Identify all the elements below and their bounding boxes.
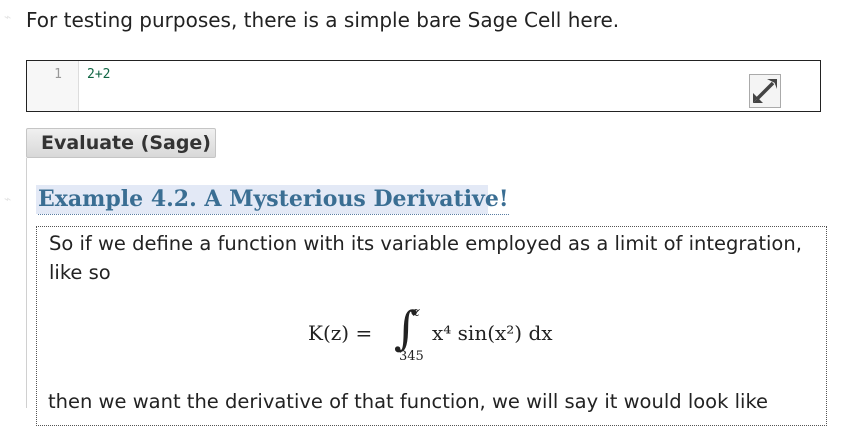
example-paragraph: So if we define a function with its vari…: [49, 232, 802, 284]
section-left-rule: [26, 158, 27, 408]
lower-limit: 345: [399, 349, 424, 364]
upper-limit: z: [413, 305, 420, 320]
intro-text: For testing purposes, there is a simple …: [26, 8, 620, 32]
code-line[interactable]: 2+2: [87, 67, 110, 82]
permalink-icon: ⌁: [4, 192, 12, 206]
integrand: x⁴ sin(x²) dx: [432, 321, 553, 345]
example-title[interactable]: Example 4.2. A Mysterious Derivative!: [38, 185, 509, 215]
evaluate-sage-button[interactable]: Evaluate (Sage): [26, 128, 216, 158]
formula-lhs: K(z) =: [308, 321, 373, 345]
example-heading[interactable]: Example 4.2. A Mysterious Derivative!: [36, 185, 509, 215]
permalink-icon: ⌁: [4, 10, 12, 24]
line-number: 1: [54, 67, 62, 82]
line-number-gutter: 1: [27, 61, 79, 111]
continuation-text: then we want the derivative of that func…: [48, 390, 769, 413]
expand-editor-button[interactable]: [749, 74, 781, 108]
expand-arrows-icon: [753, 79, 777, 103]
sage-cell-editor[interactable]: 1 2+2: [26, 60, 821, 112]
